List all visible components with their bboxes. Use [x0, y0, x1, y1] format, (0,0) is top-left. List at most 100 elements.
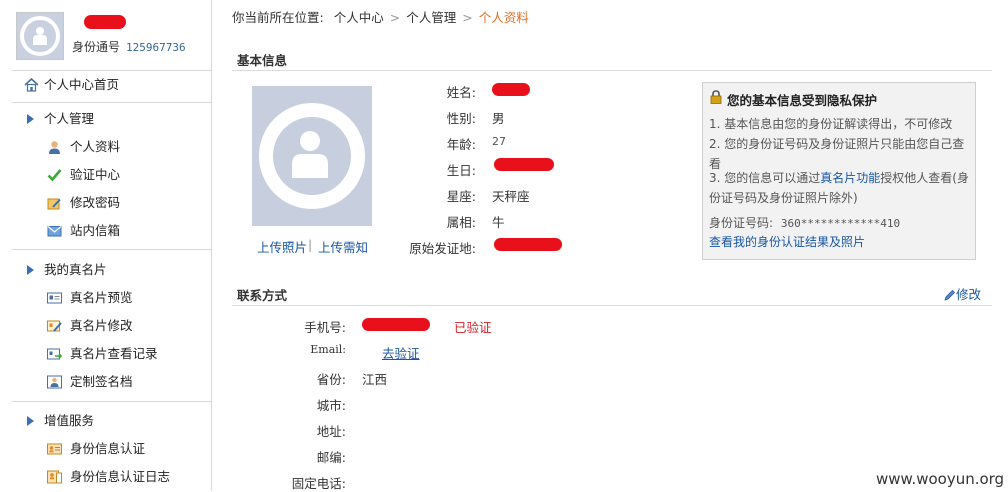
sidebar-item-signature[interactable]: 定制签名档	[0, 370, 211, 394]
upload-photo-link[interactable]: 上传照片	[257, 237, 307, 256]
id-card-icon	[47, 443, 62, 455]
sidebar-item-label: 验证中心	[70, 167, 121, 182]
privacy-line-text: 3. 您的信息可以通过	[709, 171, 821, 185]
view-result-row: 查看我的身份认证结果及照片	[709, 232, 971, 252]
redacted-birthday	[494, 158, 554, 171]
avatar	[16, 12, 64, 60]
expand-arrow-icon	[27, 416, 34, 426]
privacy-line: 3. 您的信息可以通过真名片功能授权他人查看(身份证号码及身份证照片除外)	[709, 168, 971, 208]
nav-group-services[interactable]: 增值服务	[0, 409, 211, 433]
edit-label: 修改	[956, 287, 982, 302]
pencil-icon	[944, 289, 956, 301]
redacted-origin	[494, 238, 562, 251]
id-card-label: 身份证号码:	[709, 216, 774, 230]
sidebar-item-label: 站内信箱	[70, 223, 121, 238]
sidebar: 身份通号 125967736 个人中心首页 个人管理 个人资料 验证中心 修改密…	[0, 0, 212, 491]
default-avatar-icon	[252, 86, 372, 226]
section-title-contact: 联系方式	[237, 288, 288, 303]
zodiac-value: 牛	[492, 215, 505, 230]
breadcrumb-item[interactable]: 个人中心	[334, 10, 384, 25]
tel-label: 固定电话:	[291, 476, 346, 491]
breadcrumb-item[interactable]: 个人管理	[406, 10, 456, 25]
sidebar-item-label: 真名片修改	[70, 318, 133, 333]
link-divider: |	[308, 237, 313, 252]
privacy-title: 您的基本信息受到隐私保护	[727, 93, 878, 108]
divider	[12, 249, 211, 250]
id-card-value: 360************410	[780, 217, 901, 230]
card-edit-icon	[47, 320, 62, 332]
sidebar-item-inbox[interactable]: 站内信箱	[0, 219, 211, 243]
sidebar-item-id-verify-log[interactable]: 身份信息认证日志	[0, 465, 211, 489]
redacted-name	[492, 83, 530, 96]
section-divider	[232, 305, 992, 306]
nav-group-label: 增值服务	[44, 413, 95, 428]
lock-icon	[710, 90, 722, 104]
zip-label: 邮编:	[316, 450, 346, 465]
sidebar-item-label: 个人资料	[70, 139, 121, 154]
city-label: 城市:	[316, 398, 346, 413]
sidebar-item-label: 真名片预览	[70, 290, 133, 305]
nav-group-personal[interactable]: 个人管理	[0, 107, 211, 131]
section-title-basic-info: 基本信息	[237, 53, 288, 68]
verify-email-link[interactable]: 去验证	[382, 343, 420, 362]
edit-contact-button[interactable]: 修改	[944, 284, 981, 303]
divider	[12, 70, 211, 71]
sidebar-item-label: 真名片查看记录	[70, 346, 158, 361]
expand-arrow-icon	[27, 265, 34, 275]
age-value: 27	[492, 135, 506, 148]
id-number: 125967736	[126, 41, 186, 54]
redacted-phone	[362, 318, 430, 331]
sidebar-item-card-preview[interactable]: 真名片预览	[0, 286, 211, 310]
privacy-notice: 您的基本信息受到隐私保护 1. 基本信息由您的身份证解读得出，不可修改 2. 您…	[702, 82, 976, 260]
sidebar-item-verify-center[interactable]: 验证中心	[0, 163, 211, 187]
view-verification-link[interactable]: 查看我的身份认证结果及照片	[709, 235, 865, 249]
divider	[12, 102, 211, 103]
gender-label: 性别:	[446, 111, 476, 126]
nav-group-card[interactable]: 我的真名片	[0, 258, 211, 282]
card-icon	[47, 292, 62, 304]
sidebar-item-card-edit[interactable]: 真名片修改	[0, 314, 211, 338]
nav-group-label: 我的真名片	[44, 262, 107, 277]
profile-photo	[252, 86, 372, 226]
breadcrumb: 你当前所在位置: 个人中心 > 个人管理 > 个人资料	[232, 7, 529, 26]
nav-home[interactable]: 个人中心首页	[0, 73, 211, 97]
origin-label: 原始发证地:	[409, 241, 476, 256]
sidebar-item-label: 身份信息认证日志	[70, 469, 171, 484]
gender-value: 男	[492, 111, 505, 126]
sidebar-item-label: 身份信息认证	[70, 441, 146, 456]
upload-notice-link[interactable]: 上传需知	[318, 237, 368, 256]
phone-verified-status: 已验证	[454, 320, 492, 335]
chevron-right-icon: >	[462, 10, 473, 25]
watermark: www.wooyun.org	[876, 470, 1005, 488]
nav-group-label: 个人管理	[44, 111, 95, 126]
sidebar-item-card-views[interactable]: 真名片查看记录	[0, 342, 211, 366]
home-icon	[24, 78, 39, 92]
expand-arrow-icon	[27, 114, 34, 124]
address-label: 地址:	[316, 424, 346, 439]
sidebar-item-change-password[interactable]: 修改密码	[0, 191, 211, 215]
sidebar-item-label: 定制签名档	[70, 374, 133, 389]
birthday-label: 生日:	[446, 163, 476, 178]
default-avatar-icon	[17, 13, 63, 59]
zodiac-label: 属相:	[446, 215, 476, 230]
breadcrumb-current: 个人资料	[478, 10, 529, 25]
province-value: 江西	[362, 372, 388, 387]
constellation-value: 天秤座	[492, 189, 530, 204]
mail-icon	[47, 226, 62, 237]
user-profile: 身份通号 125967736	[16, 12, 211, 68]
real-card-link[interactable]: 真名片功能	[820, 171, 880, 185]
id-label: 身份通号	[72, 40, 121, 54]
privacy-line: 1. 基本信息由您的身份证解读得出，不可修改	[709, 117, 953, 131]
constellation-label: 星座:	[446, 189, 476, 204]
sidebar-item-id-verify[interactable]: 身份信息认证	[0, 437, 211, 461]
user-icon	[49, 141, 60, 154]
edit-password-icon	[47, 198, 61, 210]
sidebar-item-profile[interactable]: 个人资料	[0, 135, 211, 159]
section-divider	[232, 70, 992, 71]
id-number-row: 身份证号码: 360************410	[709, 213, 971, 234]
phone-label: 手机号:	[304, 320, 346, 335]
sidebar-item-label: 修改密码	[70, 195, 121, 210]
divider	[12, 401, 211, 402]
breadcrumb-prefix: 你当前所在位置:	[232, 10, 324, 25]
name-label: 姓名:	[446, 85, 476, 100]
